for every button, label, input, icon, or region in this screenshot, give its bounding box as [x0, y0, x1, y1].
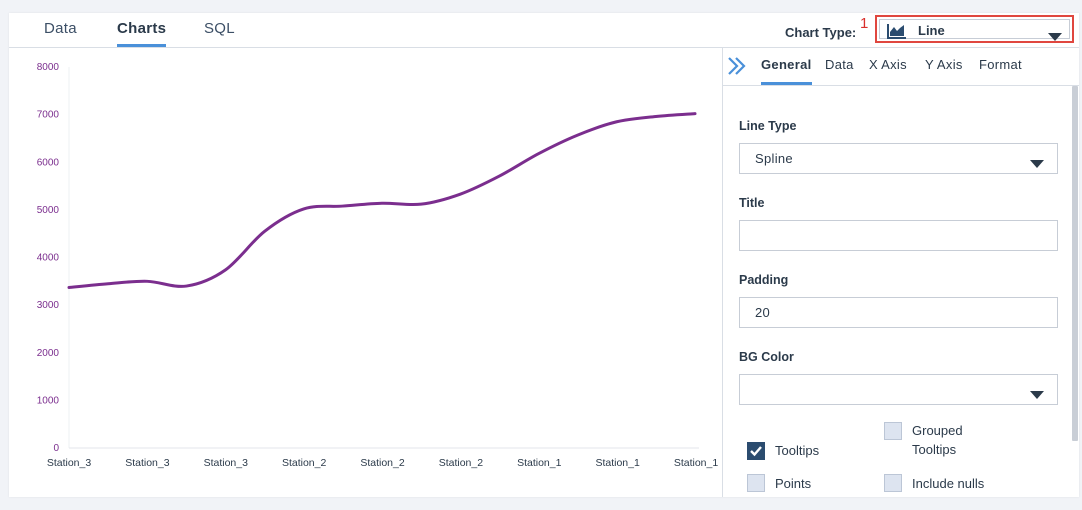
points-label: Points: [775, 476, 812, 491]
chart-type-label: Chart Type:: [785, 25, 857, 40]
settings-tabs: General Data X Axis Y Axis Format: [723, 48, 1079, 86]
y-tick-label: 0: [53, 443, 59, 454]
check-icon: [750, 446, 762, 457]
grouped-tooltips-label: Grouped Tooltips: [912, 423, 963, 457]
y-tick-label: 3000: [37, 300, 60, 311]
tab-charts[interactable]: Charts: [117, 20, 167, 47]
x-tick-label: Station_1: [674, 457, 719, 469]
y-tick-label: 8000: [37, 62, 60, 73]
tab-settings-data[interactable]: Data: [825, 57, 854, 85]
points-checkbox[interactable]: [747, 474, 765, 492]
double-chevron-right-icon[interactable]: [726, 56, 748, 81]
line-type-select[interactable]: Spline: [739, 143, 1058, 174]
title-input[interactable]: [739, 220, 1058, 251]
bg-color-select[interactable]: [739, 374, 1058, 405]
area-chart-icon: [887, 23, 907, 44]
x-tick-label: Station_1: [517, 457, 562, 469]
x-tick-label: Station_2: [282, 457, 327, 469]
y-tick-label: 5000: [37, 205, 60, 216]
tab-y-axis[interactable]: Y Axis: [925, 57, 963, 85]
scrollbar[interactable]: [1072, 86, 1078, 441]
chart-type-select[interactable]: Line: [875, 15, 1074, 43]
settings-panel: General Data X Axis Y Axis Format Line T…: [723, 48, 1079, 497]
series-line[interactable]: [67, 112, 697, 290]
x-tick-label: Station_2: [360, 457, 405, 469]
padding-value: 20: [755, 305, 771, 320]
include-nulls-checkbox[interactable]: [884, 474, 902, 492]
y-tick-label: 7000: [37, 110, 60, 121]
annotation-number: 1: [860, 15, 869, 32]
tab-sql[interactable]: SQL: [204, 20, 235, 47]
main-tabs: Data Charts SQL: [9, 13, 709, 47]
padding-label: Padding: [739, 273, 789, 287]
tab-x-axis[interactable]: X Axis: [869, 57, 907, 85]
line-type-value: Spline: [755, 151, 793, 166]
y-axis: 0 1000 2000 3000 4000 5000 6000 7000 8000: [37, 62, 70, 454]
series: [67, 112, 697, 290]
line-chart: 0 1000 2000 3000 4000 5000 6000 7000 8000 Statio…: [9, 48, 722, 497]
line-type-label: Line Type: [739, 119, 797, 133]
x-tick-label: Station_3: [204, 457, 249, 469]
y-tick-label: 4000: [37, 253, 60, 264]
padding-input[interactable]: 20: [739, 297, 1058, 328]
chart-svg: 0 1000 2000 3000 4000 5000 6000 7000 8000 Statio…: [37, 62, 719, 469]
chevron-down-icon: [1048, 28, 1062, 46]
tooltips-checkbox[interactable]: [747, 442, 765, 460]
tab-format[interactable]: Format: [979, 57, 1022, 85]
chevron-down-icon: [1030, 387, 1044, 402]
chart-type-value: Line: [918, 23, 945, 38]
tab-data[interactable]: Data: [44, 20, 77, 47]
title-label: Title: [739, 196, 765, 210]
charts-panel: Data Charts SQL Chart Type: 1 Line 0 1000…: [9, 13, 1079, 497]
x-tick-label: Station_2: [439, 457, 484, 469]
bg-color-label: BG Color: [739, 350, 794, 364]
include-nulls-label: Include nulls: [912, 476, 985, 491]
grouped-tooltips-checkbox[interactable]: [884, 422, 902, 440]
tab-general[interactable]: General: [761, 57, 812, 85]
y-tick-label: 1000: [37, 395, 60, 406]
x-tick-label: Station_1: [595, 457, 640, 469]
x-axis: Station_3 Station_3 Station_3 Station_2 Stat…: [47, 447, 719, 469]
chevron-down-icon: [1030, 156, 1044, 171]
x-tick-label: Station_3: [47, 457, 92, 469]
x-tick-label: Station_3: [125, 457, 170, 469]
tooltips-label: Tooltips: [775, 443, 820, 458]
y-tick-label: 6000: [37, 157, 60, 168]
y-tick-label: 2000: [37, 348, 60, 359]
